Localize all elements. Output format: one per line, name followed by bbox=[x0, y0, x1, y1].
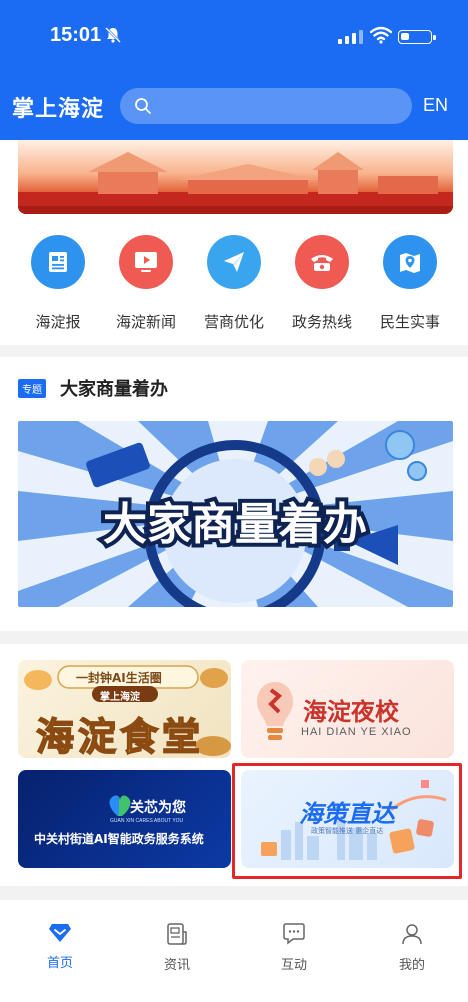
chat-bubble-icon bbox=[283, 923, 305, 945]
app-title: 掌上海淀 bbox=[12, 97, 105, 122]
quick-link-label: 海淀报 bbox=[35, 313, 81, 331]
top-banner[interactable] bbox=[18, 140, 453, 214]
quick-link-label: 民生实事 bbox=[379, 313, 440, 331]
topic-banner[interactable]: 大家商量着办 bbox=[18, 421, 453, 607]
quick-link-business[interactable]: 营商优化 bbox=[191, 235, 277, 332]
newspaper-icon bbox=[31, 235, 85, 289]
quick-link-haidian-news[interactable]: 海淀新闻 bbox=[103, 235, 189, 332]
quick-links: 海淀报 海淀新闻 营商优化 政务热线 民生实事 bbox=[0, 235, 468, 332]
paper-plane-icon bbox=[207, 235, 261, 289]
bell-muted-icon bbox=[105, 27, 121, 43]
tile-night-school[interactable]: 海淀夜校 HAI DIAN YE XIAO bbox=[241, 660, 454, 758]
top-card: 海淀报 海淀新闻 营商优化 政务热线 民生实事 bbox=[0, 140, 468, 345]
zhongguancun-subtitle: GUAN XIN CARES ABOUT YOU bbox=[110, 818, 184, 824]
quick-link-haidian-paper[interactable]: 海淀报 bbox=[15, 235, 101, 332]
search-icon bbox=[135, 98, 151, 114]
news-doc-icon bbox=[167, 923, 187, 945]
wifi-icon bbox=[370, 26, 392, 44]
nav-home[interactable]: 首页 bbox=[20, 922, 100, 971]
quick-link-label: 营商优化 bbox=[203, 313, 264, 331]
tile-haidian-canteen[interactable]: 一封钟AI生活圈 掌上海淀 海淀食堂 bbox=[18, 660, 231, 758]
topic-banner-title: 大家商量着办 bbox=[103, 499, 367, 550]
topic-tag: 专题 bbox=[18, 379, 46, 398]
tile-zhongguancun-ai[interactable]: 关芯为您 GUAN XIN CARES ABOUT YOU 中关村街道AI智能政… bbox=[18, 770, 231, 868]
nav-interact[interactable]: 互动 bbox=[254, 922, 334, 973]
night-school-subtitle: HAI DIAN YE XIAO bbox=[301, 726, 412, 738]
telephone-icon bbox=[295, 235, 349, 289]
tv-play-icon bbox=[119, 235, 173, 289]
status-bar: 15:01 bbox=[0, 0, 468, 70]
topic-section: 专题 大家商量着办 大家商量着办 bbox=[0, 357, 468, 631]
canteen-top-line: 一封钟AI生活圈 bbox=[76, 671, 162, 685]
quick-link-label: 政务热线 bbox=[291, 313, 352, 331]
nav-label: 我的 bbox=[398, 958, 425, 973]
bottom-nav: 首页 资讯 互动 我的 bbox=[0, 900, 468, 1002]
signal-icon bbox=[338, 30, 363, 44]
nav-label: 互动 bbox=[280, 958, 307, 973]
status-time: 15:01 bbox=[50, 24, 102, 46]
palace-illustration bbox=[18, 152, 453, 214]
app-header: 15:01 掌上海淀 EN bbox=[0, 0, 468, 140]
battery-icon bbox=[398, 30, 436, 44]
language-toggle[interactable]: EN bbox=[423, 95, 448, 116]
nav-label: 资讯 bbox=[163, 958, 190, 973]
search-input[interactable] bbox=[120, 88, 412, 124]
sunburst-illustration: 大家商量着办 bbox=[18, 421, 453, 607]
nav-news[interactable]: 资讯 bbox=[137, 922, 217, 973]
user-icon bbox=[402, 924, 422, 945]
zhongguancun-title: 关芯为您 bbox=[130, 800, 186, 816]
home-diamond-icon bbox=[49, 924, 71, 942]
canteen-badge: 掌上海淀 bbox=[100, 692, 140, 703]
nav-profile[interactable]: 我的 bbox=[372, 922, 452, 973]
map-pin-icon bbox=[383, 235, 437, 289]
night-school-title: 海淀夜校 bbox=[303, 698, 399, 726]
nav-label: 首页 bbox=[46, 956, 73, 971]
zhongguancun-desc: 中关村街道AI智能政务服务系统 bbox=[34, 832, 204, 846]
canteen-title: 海淀食堂 bbox=[35, 714, 205, 758]
quick-link-hotline[interactable]: 政务热线 bbox=[279, 235, 365, 332]
topic-title[interactable]: 大家商量着办 bbox=[60, 375, 168, 401]
quick-link-label: 海淀新闻 bbox=[115, 313, 176, 331]
selection-highlight bbox=[232, 763, 462, 879]
service-tiles: 一封钟AI生活圈 掌上海淀 海淀食堂 海淀夜校 HAI DIAN YE XIAO… bbox=[0, 644, 468, 886]
quick-link-livelihood[interactable]: 民生实事 bbox=[367, 235, 453, 332]
